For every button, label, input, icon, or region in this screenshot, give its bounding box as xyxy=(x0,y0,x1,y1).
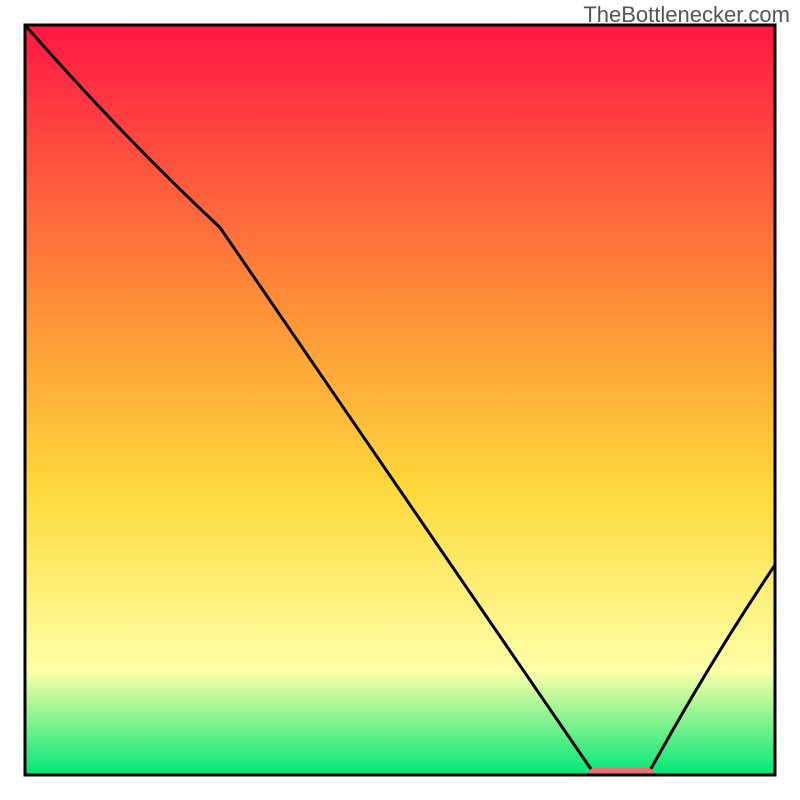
gradient-background xyxy=(25,25,775,775)
watermark-text: TheBottlenecker.com xyxy=(583,2,790,28)
bottleneck-curve-chart xyxy=(0,0,800,800)
chart-container: { "watermark": "TheBottlenecker.com", "c… xyxy=(0,0,800,800)
